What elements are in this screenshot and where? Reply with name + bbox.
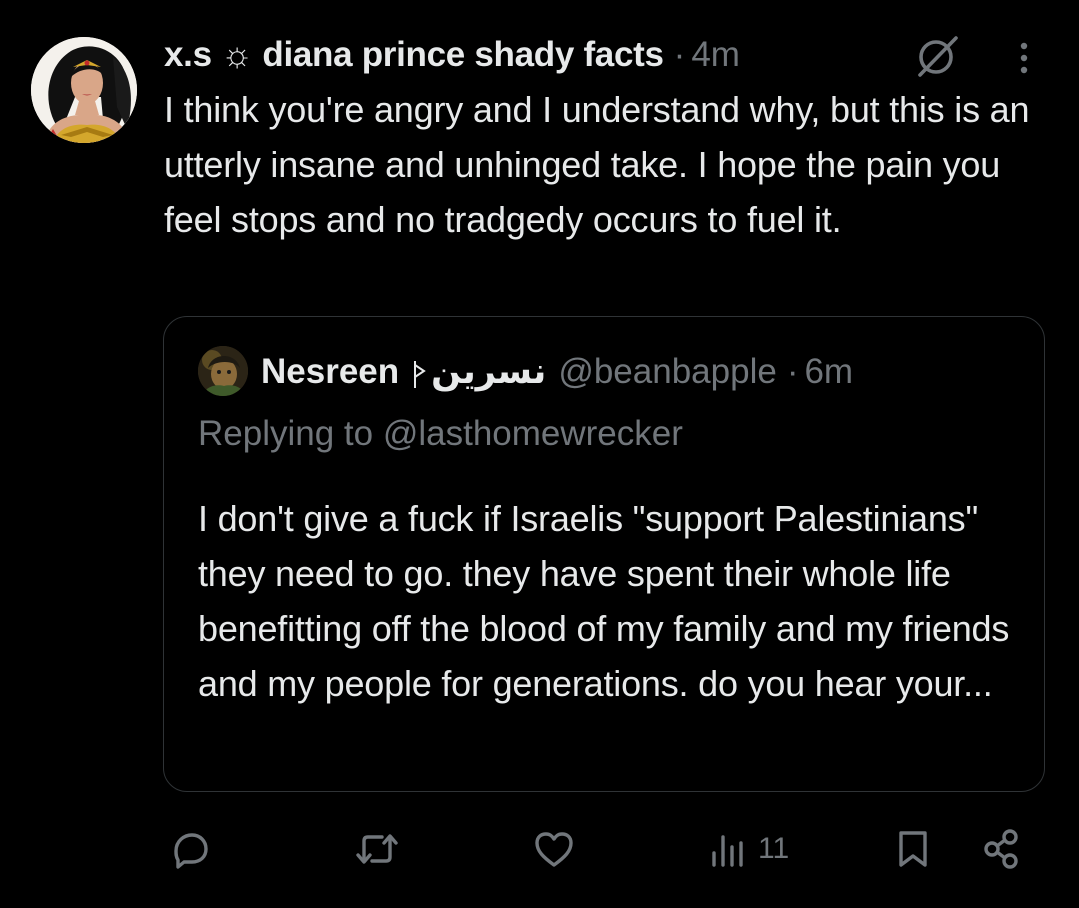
palestine-flag-icon bbox=[409, 355, 427, 389]
share-button[interactable] bbox=[980, 826, 1026, 872]
views-button[interactable]: 11 bbox=[710, 826, 789, 872]
quoted-tweet-text: I don't give a fuck if Israelis "support… bbox=[198, 498, 1010, 704]
replying-to-line[interactable]: Replying to @lasthomewrecker bbox=[198, 409, 683, 459]
views-count: 11 bbox=[758, 832, 790, 865]
reply-button[interactable] bbox=[168, 826, 212, 872]
share-icon bbox=[984, 829, 1018, 869]
quoted-meta-separator: · bbox=[786, 352, 799, 391]
quoted-tweet-timestamp[interactable]: 6m bbox=[804, 347, 853, 397]
wonder-woman-avatar-image bbox=[31, 37, 137, 143]
meta-separator: · bbox=[673, 35, 686, 74]
heart-icon bbox=[535, 832, 573, 867]
author-avatar[interactable] bbox=[31, 37, 137, 143]
quoted-avatar-image bbox=[198, 346, 248, 396]
retweet-icon bbox=[356, 834, 398, 864]
quoted-tweet-card[interactable]: Nesreen نسرين @beanbapple · 6m Replying … bbox=[163, 316, 1045, 792]
bookmark-button[interactable] bbox=[893, 826, 933, 872]
speech-bubble-icon bbox=[174, 833, 208, 869]
quoted-author-avatar bbox=[198, 346, 248, 396]
tweet-text: I think you're angry and I understand wh… bbox=[164, 89, 1030, 240]
bookmark-icon bbox=[899, 831, 927, 867]
grok-icon[interactable] bbox=[912, 33, 962, 79]
quoted-author-handle[interactable]: @beanbapple bbox=[558, 347, 777, 397]
retweet-button[interactable] bbox=[354, 826, 400, 872]
quoted-tweet-header: Nesreen نسرين @beanbapple · 6m bbox=[261, 347, 853, 397]
quoted-author-name[interactable]: Nesreen bbox=[261, 347, 399, 397]
like-button[interactable] bbox=[531, 826, 577, 872]
tweet-header: x.s ☼ diana prince shady facts · 4m bbox=[164, 30, 740, 80]
bar-chart-icon bbox=[712, 835, 743, 867]
tweet-timestamp[interactable]: 4m bbox=[691, 30, 740, 80]
quoted-author-arabic-name[interactable]: نسرين bbox=[431, 347, 546, 397]
author-name[interactable]: x.s ☼ diana prince shady facts bbox=[164, 30, 664, 80]
more-options-icon[interactable] bbox=[1012, 38, 1036, 78]
